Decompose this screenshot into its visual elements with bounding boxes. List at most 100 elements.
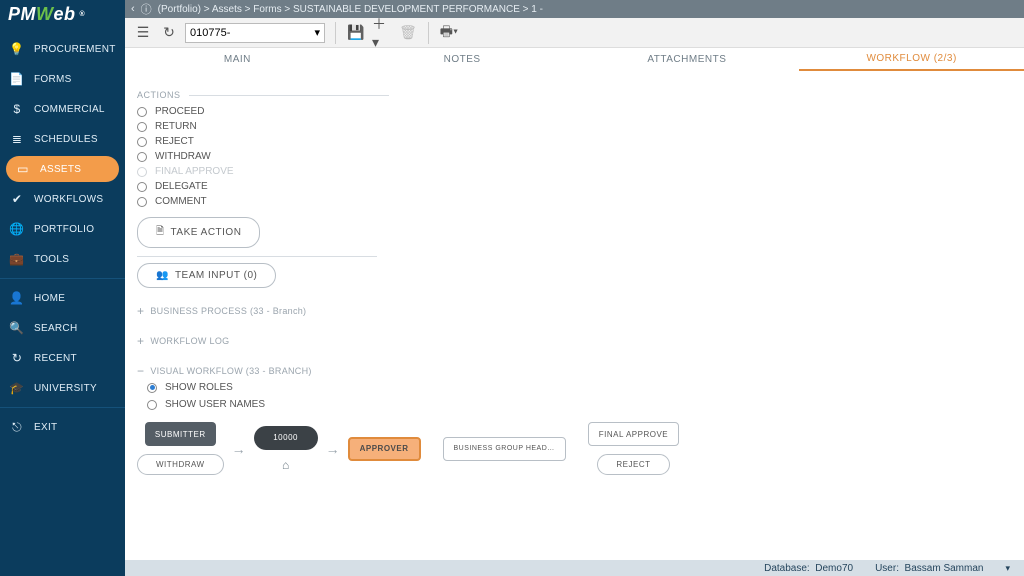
collapse-visual-workflow[interactable]: − VISUAL WORKFLOW (33 - BRANCH) xyxy=(137,364,1012,378)
tab-attachments[interactable]: ATTACHMENTS xyxy=(575,48,800,71)
sidebar-item-university[interactable]: 🎓 UNIVERSITY xyxy=(0,373,125,403)
plus-icon: + xyxy=(137,304,144,318)
sidebar-item-schedules[interactable]: ≣SCHEDULES xyxy=(0,124,125,154)
search-icon: 🔍 xyxy=(10,321,24,335)
node-withdraw[interactable]: WITHDRAW xyxy=(137,454,224,475)
show-roles-label: SHOW ROLES xyxy=(165,382,233,393)
print-icon[interactable]: 🖶▾ xyxy=(439,23,459,43)
workflow-diagram: SUBMITTER WITHDRAW → 10000 ⌂ → APPROVER … xyxy=(137,422,1012,475)
history-icon[interactable]: ↻ xyxy=(159,23,179,43)
toolbar: ☰ ↻ 010775- ▾ 💾 ＋▾ 🗑 🖶▾ xyxy=(125,18,1024,48)
portfolio-icon: 🌐 xyxy=(10,222,24,236)
radio-icon xyxy=(137,122,147,132)
sidebar-item-portfolio[interactable]: 🌐 PORTFOLIO xyxy=(0,214,125,244)
sidebar-item-label: EXIT xyxy=(34,422,57,433)
exit-icon: ⎋ xyxy=(10,420,24,434)
sidebar: PMWeb® 💡 PROCUREMENT 📄FORMS $ COMMERCIAL ≣SCH… xyxy=(0,0,125,576)
home-icon: 👤 xyxy=(10,291,24,305)
action-proceed[interactable]: PROCEED xyxy=(137,106,1012,117)
node-approver[interactable]: APPROVER xyxy=(348,437,421,461)
visual-workflow-options: SHOW ROLES SHOW USER NAMES xyxy=(147,382,1012,410)
sidebar-item-label: PROCUREMENT xyxy=(34,44,116,55)
sidebar-item-label: PORTFOLIO xyxy=(34,224,94,235)
sidebar-item-search[interactable]: 🔍SEARCH xyxy=(0,313,125,343)
people-icon: 👥 xyxy=(156,270,169,281)
record-value: 010775- xyxy=(190,27,230,39)
node-reject[interactable]: REJECT xyxy=(597,454,669,475)
radio-icon xyxy=(137,137,147,147)
action-reject[interactable]: REJECT xyxy=(137,136,1012,147)
university-icon: 🎓 xyxy=(10,381,24,395)
radio-show-user-names[interactable]: SHOW USER NAMES xyxy=(147,399,1012,410)
node-business-group-head[interactable]: BUSINESS GROUP HEAD… xyxy=(443,437,566,461)
sidebar-item-procurement[interactable]: 💡 PROCUREMENT xyxy=(0,34,125,64)
tools-icon: 💼 xyxy=(10,252,24,266)
take-action-button[interactable]: 🗎 TAKE ACTION xyxy=(137,217,260,248)
back-icon[interactable]: ‹ xyxy=(131,3,135,15)
node-final-approve[interactable]: FINAL APPROVE xyxy=(588,422,679,446)
sidebar-item-forms[interactable]: 📄FORMS xyxy=(0,64,125,94)
status-bar: Database: Demo70 User: Bassam Samman ▾ xyxy=(125,560,1024,576)
tree-icon[interactable]: ⌂ xyxy=(282,458,289,472)
sidebar-item-label: WORKFLOWS xyxy=(34,194,103,205)
record-selector[interactable]: 010775- ▾ xyxy=(185,23,325,43)
info-icon[interactable]: ⓘ xyxy=(141,1,152,17)
sidebar-item-label: COMMERCIAL xyxy=(34,104,105,115)
team-input-label: TEAM INPUT (0) xyxy=(175,270,257,281)
save-icon[interactable]: 💾 xyxy=(346,23,366,43)
sidebar-item-label: UNIVERSITY xyxy=(34,383,97,394)
action-return[interactable]: RETURN xyxy=(137,121,1012,132)
footer-caret-icon[interactable]: ▾ xyxy=(1005,563,1010,574)
sidebar-item-tools[interactable]: 💼 TOOLS xyxy=(0,244,125,274)
arrow-icon: → xyxy=(232,441,246,457)
action-label: WITHDRAW xyxy=(155,151,211,162)
team-input-button[interactable]: 👥 TEAM INPUT (0) xyxy=(137,263,276,288)
delete-icon[interactable]: 🗑 xyxy=(398,23,418,43)
action-delegate[interactable]: DELEGATE xyxy=(137,181,1012,192)
node-submitter[interactable]: SUBMITTER xyxy=(145,422,216,446)
node-step[interactable]: 10000 xyxy=(254,426,318,450)
add-icon[interactable]: ＋▾ xyxy=(372,23,392,43)
sidebar-item-assets[interactable]: ▭ASSETS xyxy=(6,156,119,182)
list-icon[interactable]: ☰ xyxy=(133,23,153,43)
chevron-down-icon: ▾ xyxy=(314,26,320,39)
action-label: PROCEED xyxy=(155,106,204,117)
forms-icon: 📄 xyxy=(10,72,24,86)
action-label: REJECT xyxy=(155,136,194,147)
nav-primary: 💡 PROCUREMENT 📄FORMS $ COMMERCIAL ≣SCHEDULES▭… xyxy=(0,34,125,576)
tab-workflow[interactable]: WORKFLOW (2/3) xyxy=(799,48,1024,71)
sidebar-item-label: RECENT xyxy=(34,353,77,364)
sidebar-item-label: HOME xyxy=(34,293,65,304)
plus-icon: + xyxy=(137,334,144,348)
arrow-icon: → xyxy=(326,441,340,457)
save-small-icon: 🗎 xyxy=(156,224,165,241)
tab-notes[interactable]: NOTES xyxy=(350,48,575,71)
tab-main[interactable]: MAIN xyxy=(125,48,350,71)
workflows-icon: ✔ xyxy=(10,192,24,206)
action-label: COMMENT xyxy=(155,196,207,207)
radio-show-roles[interactable]: SHOW ROLES xyxy=(147,382,1012,393)
sidebar-item-label: ASSETS xyxy=(40,164,81,175)
action-withdraw[interactable]: WITHDRAW xyxy=(137,151,1012,162)
commercial-icon: $ xyxy=(10,102,24,116)
sidebar-item-commercial[interactable]: $ COMMERCIAL xyxy=(0,94,125,124)
sidebar-item-workflows[interactable]: ✔ WORKFLOWS xyxy=(0,184,125,214)
sidebar-item-label: TOOLS xyxy=(34,254,69,265)
brand-p3: eb xyxy=(54,4,76,25)
take-action-label: TAKE ACTION xyxy=(171,227,242,238)
brand-p2: W xyxy=(36,4,54,25)
action-label: DELEGATE xyxy=(155,181,208,192)
procurement-icon: 💡 xyxy=(10,42,24,56)
sidebar-item-recent[interactable]: ↻RECENT xyxy=(0,343,125,373)
sidebar-item-exit[interactable]: ⎋ EXIT xyxy=(0,412,125,442)
brand-logo: PMWeb® xyxy=(0,0,125,28)
wl-label: WORKFLOW LOG xyxy=(150,336,229,346)
collapse-workflow-log[interactable]: + WORKFLOW LOG xyxy=(137,334,1012,348)
sidebar-item-label: SCHEDULES xyxy=(34,134,98,145)
action-comment[interactable]: COMMENT xyxy=(137,196,1012,207)
user-field: User: Bassam Samman xyxy=(875,563,983,574)
actions-list: PROCEEDRETURNREJECTWITHDRAWFINAL APPROVE… xyxy=(137,106,1012,207)
sidebar-item-home[interactable]: 👤 HOME xyxy=(0,283,125,313)
collapse-business-process[interactable]: + BUSINESS PROCESS (33 - Branch) xyxy=(137,304,1012,318)
main-area: ‹ ⓘ (Portfolio) > Assets > Forms > SUSTA… xyxy=(125,0,1024,576)
